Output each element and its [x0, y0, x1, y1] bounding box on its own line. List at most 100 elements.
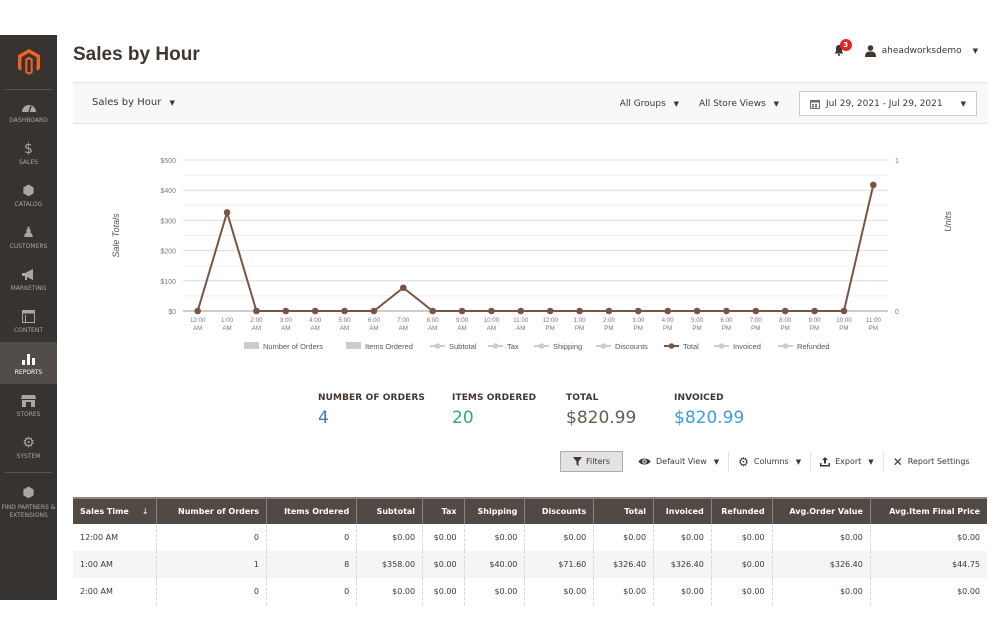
sidebar-item-stores[interactable]: Stores: [0, 384, 57, 426]
totals-value: $820.99: [566, 408, 637, 428]
sidebar-item-customers[interactable]: ♟ Customers: [0, 216, 57, 258]
column-header-shipping[interactable]: Shipping: [463, 497, 525, 524]
chevron-down-icon: ▼: [795, 457, 802, 466]
x-tick-label-time: 7:00: [750, 317, 763, 324]
notifications-count-badge: 3: [839, 39, 852, 51]
sidebar-item-label: Customers: [9, 243, 48, 250]
cell-tax: $0.00: [422, 551, 465, 578]
report-totals: NUMBER OF ORDERS 4 ITEMS ORDERED 20 TOTA…: [318, 393, 794, 428]
legend-item-invoiced[interactable]: Invoiced: [714, 342, 761, 351]
user-account-menu[interactable]: aheadworksdemo ▼: [864, 45, 978, 57]
sidebar-item-find-partners-extensions[interactable]: ⬢ Find Partners & Extensions: [0, 477, 57, 527]
cell-subtotal: $0.00: [356, 524, 423, 551]
cell-refunded: $0.00: [710, 551, 773, 578]
legend-item-refunded[interactable]: Refunded: [778, 342, 830, 351]
column-header-tax[interactable]: Tax: [422, 497, 465, 524]
sidebar-item-dashboard[interactable]: Dashboard: [0, 90, 57, 132]
customer-groups-dropdown[interactable]: All Groups ▼: [620, 99, 679, 109]
x-tick-label-period: PM: [663, 325, 672, 332]
report-settings-button[interactable]: ✕ Report Settings: [882, 451, 979, 472]
gear-icon: ⚙: [22, 434, 35, 451]
chevron-down-icon: ▼: [673, 99, 680, 108]
x-tick-label-period: PM: [692, 325, 701, 332]
x-tick-label-time: 10:00: [836, 317, 852, 324]
column-header-items-ordered[interactable]: Items Ordered: [266, 497, 357, 524]
sidebar-item-label: Reports: [14, 369, 43, 376]
eye-icon: [638, 458, 651, 465]
x-tick-label-period: AM: [369, 325, 378, 332]
column-header-discounts[interactable]: Discounts: [524, 497, 594, 524]
x-tick-label-period: PM: [604, 325, 613, 332]
table-row[interactable]: 2:00 AM 0 0 $0.00 $0.00 $0.00 $0.00 $0.00 $0.00 $…: [73, 578, 987, 605]
store-views-dropdown[interactable]: All Store Views ▼: [699, 99, 779, 109]
data-point: [752, 307, 760, 315]
data-point: [605, 307, 613, 315]
x-tick-label-period: PM: [722, 325, 731, 332]
legend-item-discounts[interactable]: Discounts: [596, 342, 648, 351]
sidebar-item-reports[interactable]: Reports: [0, 342, 57, 384]
magento-logo[interactable]: [5, 35, 52, 90]
sidebar-item-content[interactable]: Content: [0, 300, 57, 342]
column-header-sales-time[interactable]: Sales Time ↓: [73, 497, 157, 524]
sidebar-item-sales[interactable]: $ Sales: [0, 132, 57, 174]
report-type-dropdown[interactable]: Sales by Hour ▼: [92, 97, 175, 108]
legend-item-total[interactable]: Total: [664, 342, 699, 351]
legend-item-subtotal[interactable]: Subtotal: [430, 342, 477, 351]
default-view-dropdown[interactable]: Default View ▼: [629, 452, 728, 472]
data-point: [546, 307, 554, 315]
sidebar-item-catalog[interactable]: ⬢ Catalog: [0, 174, 57, 216]
filters-label: Filters: [586, 457, 610, 466]
sidebar-item-system[interactable]: ⚙ System: [0, 426, 57, 468]
x-tick-label-period: AM: [516, 325, 525, 332]
column-header-refunded[interactable]: Refunded: [710, 497, 773, 524]
x-tick-label-time: 5:00: [339, 317, 352, 324]
x-tick-label-time: 1:00: [574, 317, 587, 324]
export-dropdown[interactable]: Export ▼: [810, 451, 883, 472]
sidebar-item-label: Marketing: [10, 285, 47, 292]
cell-sales-time: 2:00 AM: [80, 587, 113, 596]
data-point: [458, 307, 466, 315]
x-tick-label-period: PM: [781, 325, 790, 332]
dollar-icon: $: [24, 140, 33, 157]
date-range-picker[interactable]: Jul 29, 2021 - Jul 29, 2021 ▼: [799, 91, 977, 116]
x-tick-label-time: 12:00: [190, 317, 206, 324]
cell-items-ordered: 8: [266, 551, 357, 578]
cell-refunded: $0.00: [710, 578, 773, 605]
default-view-label: Default View: [655, 457, 707, 466]
legend-item-items-ordered[interactable]: Items Ordered: [346, 342, 413, 351]
sidebar-item-marketing[interactable]: Marketing: [0, 258, 57, 300]
chevron-down-icon: ▼: [868, 457, 874, 466]
legend-label: Tax: [507, 342, 519, 351]
columns-dropdown[interactable]: ⚙ Columns ▼: [728, 451, 810, 472]
x-tick-label-time: 6:00: [368, 317, 381, 324]
x-tick-label-period: PM: [869, 325, 878, 332]
table-row[interactable]: 12:00 AM 0 0 $0.00 $0.00 $0.00 $0.00 $0.00 $0.00…: [73, 524, 987, 551]
legend-item-tax[interactable]: Tax: [488, 342, 519, 351]
column-header-avg-item-final-price[interactable]: Avg.Item Final Price: [869, 497, 987, 524]
box-icon: ⬢: [22, 182, 35, 199]
y2-tick-label: 0: [895, 309, 899, 316]
legend-item-shipping[interactable]: Shipping: [534, 342, 582, 351]
filters-button[interactable]: Filters: [560, 451, 623, 472]
column-header-total[interactable]: Total: [593, 497, 654, 524]
x-tick-label-time: 9:00: [809, 317, 822, 324]
sidebar-item-label: Dashboard: [9, 117, 48, 124]
x-tick-label-time: 4:00: [662, 317, 675, 324]
column-header-invoiced[interactable]: Invoiced: [653, 497, 712, 524]
column-header-number-of-orders[interactable]: Number of Orders: [155, 497, 267, 524]
legend-swatch-marker: [600, 343, 607, 349]
x-tick-label-period: AM: [252, 325, 261, 332]
x-tick-label-time: 12:00: [542, 317, 558, 324]
x-tick-label-period: AM: [281, 325, 290, 332]
column-header-subtotal[interactable]: Subtotal: [356, 497, 423, 524]
notifications-button[interactable]: 3: [833, 39, 852, 58]
legend-label: Shipping: [553, 342, 582, 351]
x-tick-label-period: PM: [575, 325, 584, 332]
legend-swatch-marker: [718, 343, 725, 349]
column-header-avg-order-value[interactable]: Avg.Order Value: [771, 497, 871, 524]
legend-item-number-of-orders[interactable]: Number of Orders: [244, 342, 323, 351]
y-tick-label: $100: [160, 279, 176, 286]
report-filter-bar: Sales by Hour ▼ All Groups ▼ All Store V…: [73, 82, 988, 124]
table-row[interactable]: 1:00 AM 1 8 $358.00 $0.00 $40.00 $71.60 $326.40…: [73, 551, 987, 578]
legend-swatch-marker: [434, 343, 441, 349]
